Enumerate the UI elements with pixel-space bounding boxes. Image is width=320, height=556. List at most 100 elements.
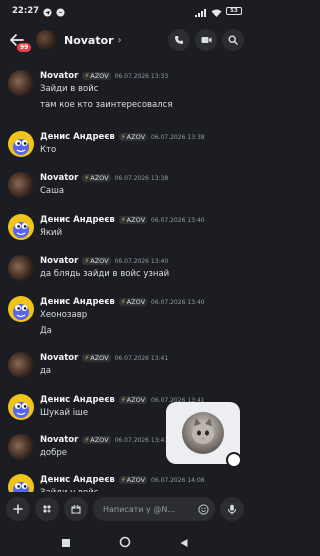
author-name[interactable]: Novator xyxy=(40,71,78,81)
author-name[interactable]: Денис Андреєв xyxy=(40,395,115,405)
clan-tag[interactable]: ⚡ AZOV xyxy=(82,436,111,444)
message-header: Novator ⚡ AZOV 06.07.2026 13:41 xyxy=(40,435,168,445)
clan-tag-label: AZOV xyxy=(126,476,146,484)
lightning-icon: ⚡ xyxy=(84,354,90,362)
author-name[interactable]: Novator xyxy=(40,256,78,266)
avatar[interactable] xyxy=(8,172,34,198)
avatar[interactable] xyxy=(8,255,34,281)
message-composer xyxy=(0,492,250,526)
header-avatar[interactable] xyxy=(36,30,56,50)
lightning-icon: ⚡ xyxy=(120,133,126,141)
message-timestamp: 06.07.2026 13:33 xyxy=(114,72,169,80)
avatar[interactable] xyxy=(8,352,34,378)
pip-status-dot xyxy=(226,452,242,468)
search-icon[interactable] xyxy=(222,29,244,51)
message-text: Хеонозавр xyxy=(40,310,88,320)
clan-tag[interactable]: ⚡ AZOV xyxy=(82,72,111,80)
recents-icon[interactable] xyxy=(61,533,71,552)
clan-tag[interactable]: ⚡ AZOV xyxy=(118,476,148,484)
apps-icon[interactable] xyxy=(35,497,59,521)
lightning-icon: ⚡ xyxy=(84,257,90,265)
author-name[interactable]: Денис Андреєв xyxy=(40,297,115,307)
lightning-icon: ⚡ xyxy=(120,216,126,224)
avatar[interactable] xyxy=(8,70,34,96)
avatar[interactable] xyxy=(8,296,34,322)
message-item[interactable]: Денис Андреєв⚡AZOV06.07.2026 14:08Зайди … xyxy=(0,472,250,492)
clan-tag[interactable]: ⚡ AZOV xyxy=(118,133,148,141)
gift-icon[interactable] xyxy=(64,497,88,521)
message-input[interactable] xyxy=(103,504,198,514)
page-title[interactable]: Novator xyxy=(64,34,114,47)
system-nav-bar xyxy=(0,528,250,556)
avatar[interactable] xyxy=(8,394,34,420)
clan-tag-label: AZOV xyxy=(90,436,109,444)
message-item[interactable]: Денис Андреєв ⚡ AZOV 06.07.2026 13:38 Кто xyxy=(0,129,250,169)
author-name[interactable]: Novator xyxy=(40,173,78,183)
lightning-icon: ⚡ xyxy=(84,72,90,80)
messenger-icon xyxy=(56,2,65,21)
message-text: Який xyxy=(40,228,63,238)
message-item[interactable]: Novator ⚡ AZOV 06.07.2026 13:40 да блядь зай… xyxy=(0,253,250,293)
author-name[interactable]: Денис Андреєв xyxy=(40,132,115,142)
message-text: Кто xyxy=(40,145,57,155)
message-input-field[interactable] xyxy=(93,497,215,521)
message-item[interactable]: Novator ⚡ AZOV 06.07.2026 13:38 Саша xyxy=(0,170,250,210)
chevron-right-icon[interactable]: › xyxy=(118,35,122,46)
signal-icon xyxy=(195,2,207,21)
author-name[interactable]: Денис Андреєв xyxy=(40,475,115,485)
back-icon[interactable] xyxy=(179,533,189,552)
author-name[interactable]: Novator xyxy=(40,435,78,445)
wifi-icon xyxy=(211,2,222,21)
message-text: Да xyxy=(40,326,52,336)
message-header: Денис Андреєв ⚡ AZOV 06.07.2026 14:08 xyxy=(40,475,205,485)
avatar[interactable] xyxy=(8,214,34,240)
message-header: Novator ⚡ AZOV 06.07.2026 13:38 xyxy=(40,173,168,183)
clan-tag-label: AZOV xyxy=(126,133,146,141)
emoji-icon[interactable] xyxy=(198,500,209,519)
message-item[interactable]: Денис Андреєв ⚡ AZOV 06.07.2026 13:40 Хеоноз… xyxy=(0,294,250,336)
message-timestamp: 06.07.2026 13:40 xyxy=(114,257,169,265)
clan-tag[interactable]: ⚡ AZOV xyxy=(82,174,111,182)
video-icon[interactable] xyxy=(195,29,217,51)
avatar[interactable] xyxy=(8,434,34,460)
message-text: Зайди в войс xyxy=(40,84,99,94)
message-item[interactable]: Novator ⚡ AZOV 06.07.2026 13:41 да xyxy=(0,350,250,390)
clan-tag[interactable]: ⚡ AZOV xyxy=(118,216,148,224)
message-text: там кое кто заинтересовался xyxy=(40,100,173,110)
clan-tag-label: AZOV xyxy=(126,216,146,224)
message-timestamp: 06.07.2026 13:41 xyxy=(114,436,169,444)
clan-tag[interactable]: ⚡ AZOV xyxy=(82,257,111,265)
message-item[interactable]: Денис Андреєв ⚡ AZOV 06.07.2026 13:40 Який xyxy=(0,212,250,252)
home-icon[interactable] xyxy=(119,533,131,552)
author-name[interactable]: Novator xyxy=(40,353,78,363)
status-time: 22:27 xyxy=(12,6,40,16)
message-text: добре xyxy=(40,448,67,458)
message-text: Шукай іше xyxy=(40,408,89,418)
message-timestamp: 06.07.2026 13:40 xyxy=(151,298,205,306)
message-text: да блядь зайди в войс узнай xyxy=(40,269,170,279)
message-timestamp: 06.07.2026 14:08 xyxy=(151,476,205,484)
clan-tag-label: AZOV xyxy=(90,72,109,80)
message-header: Денис Андреєв ⚡ AZOV 06.07.2026 13:38 xyxy=(40,132,205,142)
author-name[interactable]: Денис Андреєв xyxy=(40,215,115,225)
lightning-icon: ⚡ xyxy=(120,476,126,484)
plus-icon[interactable] xyxy=(6,497,30,521)
message-item[interactable]: Novator ⚡ AZOV 06.07.2026 13:33 Зайди в войс… xyxy=(0,68,250,110)
phone-icon[interactable] xyxy=(168,29,190,51)
microphone-icon[interactable] xyxy=(220,497,244,521)
clan-tag[interactable]: ⚡ AZOV xyxy=(82,354,111,362)
avatar[interactable] xyxy=(8,474,34,492)
clan-tag[interactable]: ⚡ AZOV xyxy=(118,298,148,306)
clan-tag-label: AZOV xyxy=(90,257,109,265)
message-timestamp: 06.07.2026 13:40 xyxy=(151,216,205,224)
avatar[interactable] xyxy=(8,131,34,157)
message-text: да xyxy=(40,366,52,376)
message-timestamp: 06.07.2026 13:38 xyxy=(151,133,205,141)
message-header: Novator ⚡ AZOV 06.07.2026 13:33 xyxy=(40,71,168,81)
battery-icon: 53 xyxy=(226,7,242,15)
unread-badge: 99 xyxy=(16,42,33,53)
clan-tag[interactable]: ⚡ AZOV xyxy=(118,396,148,404)
clan-tag-label: AZOV xyxy=(90,174,109,182)
telegram-icon xyxy=(43,2,52,21)
message-header: Novator ⚡ AZOV 06.07.2026 13:40 xyxy=(40,256,168,266)
